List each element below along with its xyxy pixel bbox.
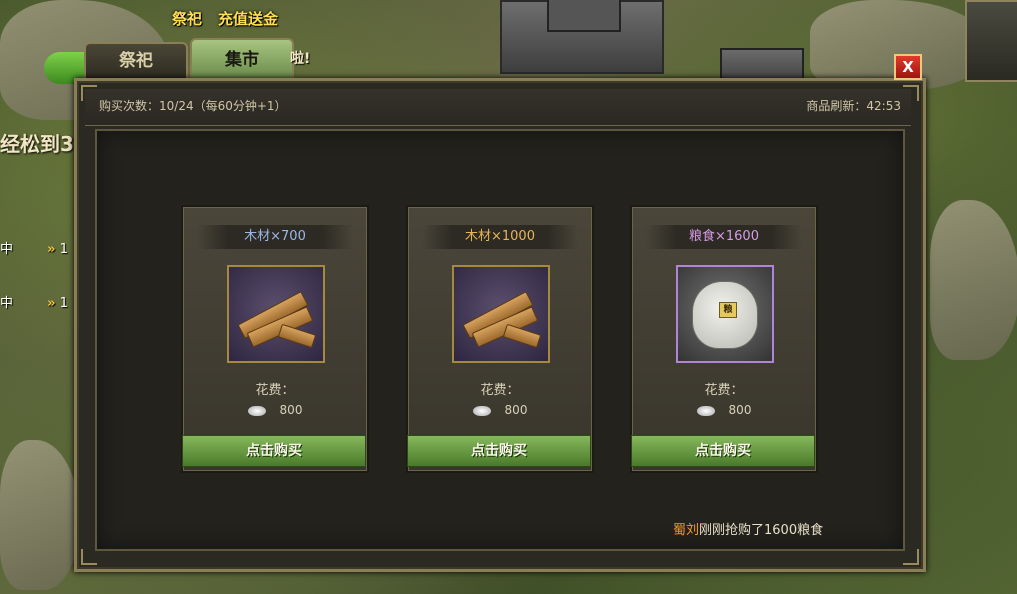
cost-value: 800: [183, 403, 367, 417]
background-cliff: [930, 200, 1017, 360]
background-cliff: [0, 440, 80, 590]
panel-corner-ornament: [903, 549, 919, 565]
news-text: 刚刚抢购了1600粮食: [699, 523, 824, 538]
buy-button[interactable]: 点击购买: [182, 435, 366, 467]
silver-ingot-icon: [472, 405, 491, 416]
left-status-value: 1: [59, 296, 68, 311]
left-status-label: 中: [0, 242, 14, 257]
city-fortress[interactable]: [500, 0, 664, 74]
cost-label: 花费：: [255, 383, 295, 398]
close-button[interactable]: X: [894, 54, 922, 80]
cost-amount: 800: [279, 403, 303, 417]
tab-market[interactable]: 集市: [190, 38, 294, 78]
market-item-card: 木材×700 花费： 800 点击购买: [181, 205, 369, 473]
silver-ingot-icon: [696, 405, 715, 416]
cost-amount: 800: [504, 403, 528, 417]
item-name: 木材×700: [197, 225, 353, 249]
tab-trailing-text: 啦!: [290, 51, 311, 67]
cost-label: 花费：: [704, 383, 744, 398]
left-status-label: 中: [0, 296, 14, 311]
buy-button[interactable]: 点击购买: [631, 435, 815, 467]
market-panel: 购买次数：10/24（每60分钟+1） 商品刷新：42:53 木材×700 花费…: [74, 78, 926, 572]
panel-corner-ornament: [81, 549, 97, 565]
sacrifice-shortcut[interactable]: 祭祀: [172, 0, 202, 29]
purchase-news: 蜀刘刚刚抢购了1600粮食: [673, 519, 823, 538]
buy-button[interactable]: 点击购买: [407, 435, 591, 467]
panel-corner-ornament: [903, 85, 919, 101]
left-status-row: 中 » 1: [0, 238, 68, 257]
cost-label: 花费：: [480, 383, 520, 398]
left-status-value: 1: [59, 242, 68, 257]
double-arrow-icon[interactable]: »: [47, 296, 55, 311]
top-icon-bar: 祭祀 充值送金: [172, 0, 278, 29]
item-name: 粮食×1600: [646, 225, 802, 249]
wood-icon: [227, 265, 325, 363]
grain-sack-icon: 粮: [676, 265, 774, 363]
item-name: 木材×1000: [422, 225, 578, 249]
cost-amount: 800: [728, 403, 752, 417]
wood-icon: [452, 265, 550, 363]
market-item-card: 木材×1000 花费： 800 点击购买: [406, 205, 594, 473]
side-panel-tab[interactable]: [965, 0, 1017, 82]
items-area: 木材×700 花费： 800 点击购买 木材×1000 花费： 800 点击购买…: [95, 129, 905, 551]
left-status-row: 中 » 1: [0, 292, 68, 311]
cost-value: 800: [408, 403, 592, 417]
refresh-timer: 商品刷新：42:53: [806, 99, 901, 113]
grain-sack-stamp: 粮: [719, 302, 737, 318]
news-player-name[interactable]: 蜀刘: [673, 523, 699, 538]
market-item-card: 粮食×1600 粮 花费： 800 点击购买: [630, 205, 818, 473]
purchase-count: 购买次数：10/24（每60分钟+1）: [99, 99, 287, 113]
tab-sacrifice[interactable]: 祭祀: [84, 42, 188, 78]
panel-corner-ornament: [81, 85, 97, 101]
tab-bar: 祭祀 集市 啦!: [84, 38, 311, 78]
silver-ingot-icon: [247, 405, 266, 416]
double-arrow-icon[interactable]: »: [47, 242, 55, 257]
cost-value: 800: [632, 403, 816, 417]
recharge-shortcut[interactable]: 充值送金: [218, 0, 278, 29]
